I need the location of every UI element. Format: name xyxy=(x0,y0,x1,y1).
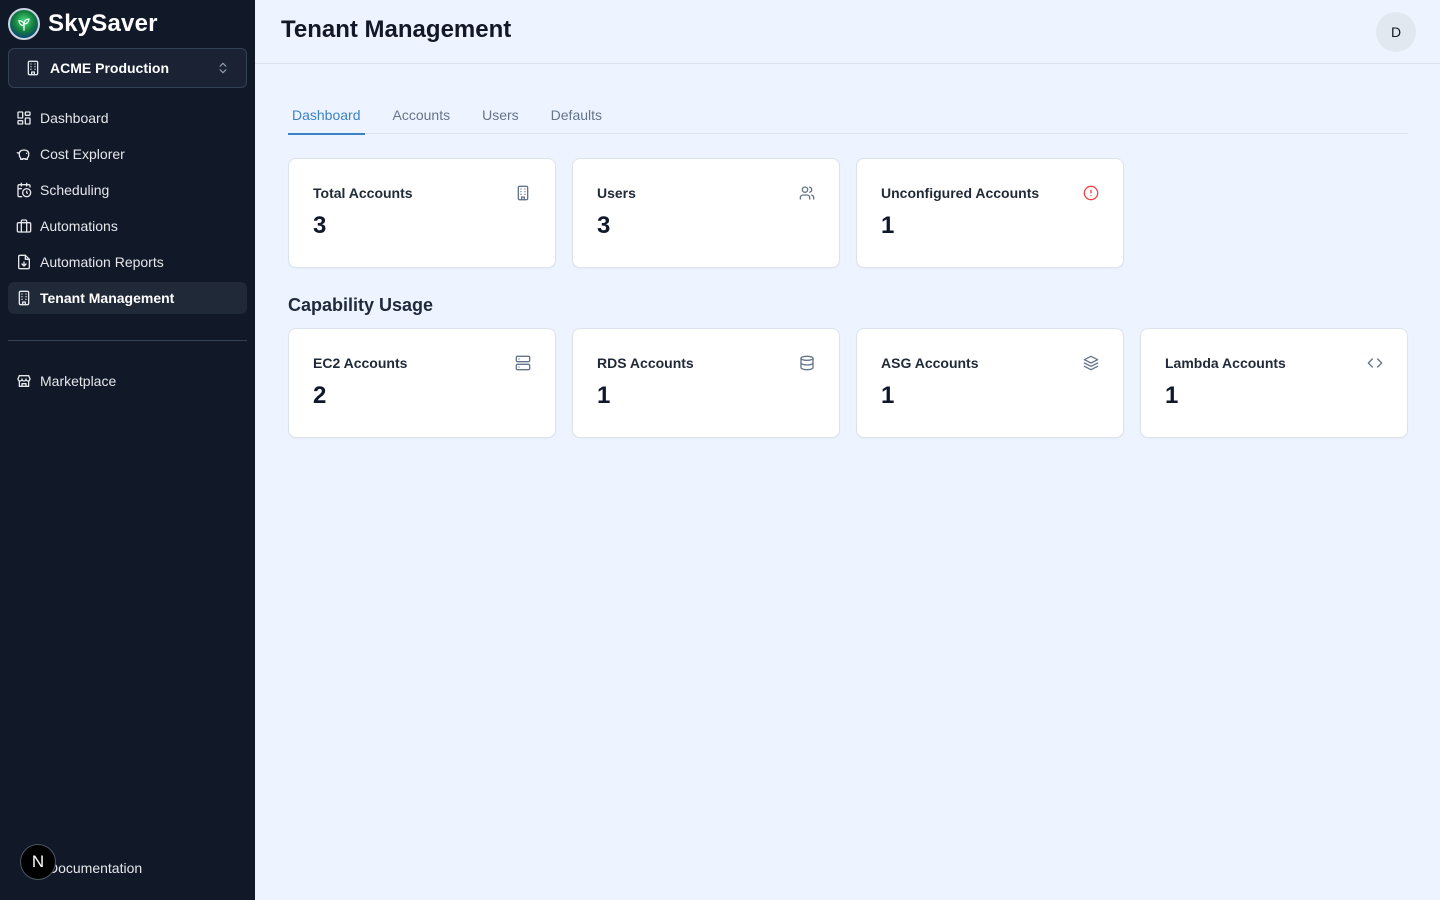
rds-accounts-card: RDS Accounts 1 xyxy=(572,328,840,438)
card-title: RDS Accounts xyxy=(597,355,694,371)
users-icon xyxy=(799,185,815,201)
file-report-icon xyxy=(16,254,32,270)
sidebar-item-automation-reports[interactable]: Automation Reports xyxy=(8,246,247,278)
card-value: 1 xyxy=(881,212,895,239)
brand-name: SkySaver xyxy=(48,10,158,37)
code-icon xyxy=(1367,355,1383,371)
sidebar-item-label: Marketplace xyxy=(40,373,117,389)
chevrons-up-down-icon xyxy=(216,61,230,75)
sidebar-item-label: Cost Explorer xyxy=(40,146,125,162)
dev-tools-badge[interactable]: N xyxy=(20,844,56,880)
sidebar-item-label: Dashboard xyxy=(40,110,109,126)
card-title: Users xyxy=(597,185,636,201)
layers-icon xyxy=(1083,355,1099,371)
card-value: 1 xyxy=(597,382,611,409)
card-title: Total Accounts xyxy=(313,185,413,201)
card-value: 1 xyxy=(881,382,895,409)
card-value: 1 xyxy=(1165,382,1179,409)
sidebar-secondary-nav: Marketplace xyxy=(8,365,247,401)
sidebar-item-label: Automations xyxy=(40,218,118,234)
sidebar-item-automations[interactable]: Automations xyxy=(8,210,247,242)
sidebar-item-marketplace[interactable]: Marketplace xyxy=(8,365,247,397)
building-icon xyxy=(25,60,41,76)
layout-dashboard-icon xyxy=(16,110,32,126)
card-title: EC2 Accounts xyxy=(313,355,408,371)
card-title: Lambda Accounts xyxy=(1165,355,1286,371)
avatar[interactable]: D xyxy=(1376,12,1416,52)
lambda-accounts-card: Lambda Accounts 1 xyxy=(1140,328,1408,438)
tenant-selector[interactable]: ACME Production xyxy=(8,48,247,88)
sidebar-item-label: Scheduling xyxy=(40,182,110,198)
piggy-bank-icon xyxy=(16,146,32,162)
card-value: 3 xyxy=(597,212,611,239)
tab-dashboard[interactable]: Dashboard xyxy=(288,96,365,135)
brand[interactable]: SkySaver xyxy=(8,7,158,41)
tab-bar: Dashboard Accounts Users Defaults xyxy=(288,96,1408,135)
briefcase-icon xyxy=(16,218,32,234)
card-title: ASG Accounts xyxy=(881,355,979,371)
tenant-selector-label: ACME Production xyxy=(50,60,169,76)
sidebar-nav: Dashboard Cost Explorer Scheduling Autom… xyxy=(8,102,247,318)
building-icon xyxy=(515,185,531,201)
sidebar-item-dashboard[interactable]: Dashboard xyxy=(8,102,247,134)
sidebar-item-label: Automation Reports xyxy=(40,254,164,270)
card-value: 3 xyxy=(313,212,327,239)
sidebar-item-cost-explorer[interactable]: Cost Explorer xyxy=(8,138,247,170)
sidebar-item-label: Tenant Management xyxy=(40,290,175,306)
section-title: Capability Usage xyxy=(288,295,434,315)
ec2-accounts-card: EC2 Accounts 2 xyxy=(288,328,556,438)
total-accounts-card: Total Accounts 3 xyxy=(288,158,556,268)
store-icon xyxy=(16,373,32,389)
calendar-clock-icon xyxy=(16,182,32,198)
sidebar-item-scheduling[interactable]: Scheduling xyxy=(8,174,247,206)
alert-circle-icon xyxy=(1083,185,1099,201)
documentation-label: Documentation xyxy=(48,860,143,876)
database-icon xyxy=(799,355,815,371)
card-title: Unconfigured Accounts xyxy=(881,185,1040,201)
sidebar-item-tenant-management[interactable]: Tenant Management xyxy=(8,282,247,314)
tab-defaults[interactable]: Defaults xyxy=(547,96,606,134)
tab-users[interactable]: Users xyxy=(478,96,523,134)
unconfigured-accounts-card: Unconfigured Accounts 1 xyxy=(856,158,1124,268)
sidebar: SkySaver ACME Production Dashboard Cost … xyxy=(0,0,255,900)
asg-accounts-card: ASG Accounts 1 xyxy=(856,328,1124,438)
page-title: Tenant Management xyxy=(281,16,512,43)
building-icon xyxy=(16,290,32,306)
sidebar-divider xyxy=(8,340,247,341)
server-icon xyxy=(515,355,531,371)
page-header: Tenant Management D xyxy=(255,0,1440,64)
users-card: Users 3 xyxy=(572,158,840,268)
tab-accounts[interactable]: Accounts xyxy=(389,96,455,134)
card-value: 2 xyxy=(313,382,327,409)
brand-logo xyxy=(8,8,40,40)
